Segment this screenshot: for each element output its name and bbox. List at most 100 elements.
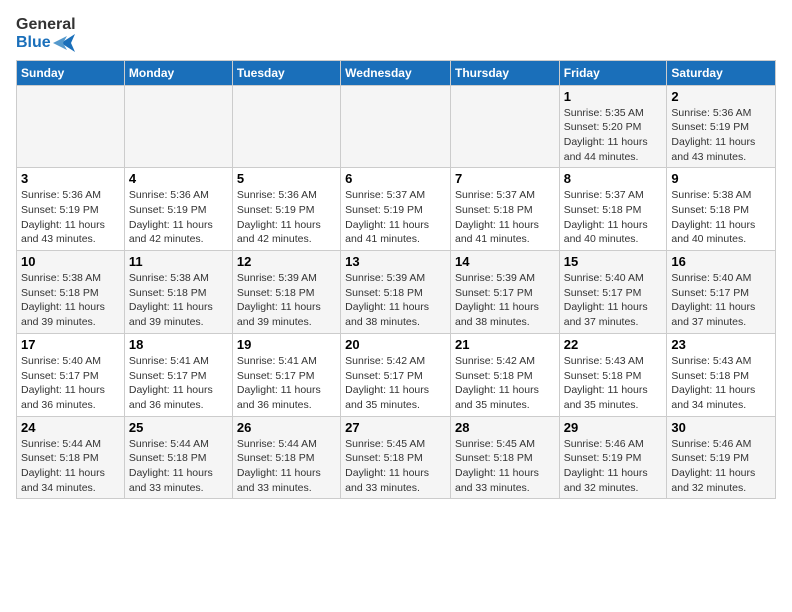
calendar-cell: 3 Sunrise: 5:36 AM Sunset: 5:19 PM Daylig… <box>17 168 125 251</box>
weekday-header-saturday: Saturday <box>667 60 776 85</box>
calendar-cell: 5 Sunrise: 5:36 AM Sunset: 5:19 PM Daylig… <box>232 168 340 251</box>
calendar-cell: 16 Sunrise: 5:40 AM Sunset: 5:17 PM Dayli… <box>667 251 776 334</box>
day-detail: Sunrise: 5:44 AM Sunset: 5:18 PM Dayligh… <box>129 437 228 496</box>
calendar-cell: 11 Sunrise: 5:38 AM Sunset: 5:18 PM Dayli… <box>124 251 232 334</box>
day-detail: Sunrise: 5:45 AM Sunset: 5:18 PM Dayligh… <box>345 437 446 496</box>
calendar-cell: 1Sunrise: 5:35 AM Sunset: 5:20 PM Daylig… <box>559 85 667 168</box>
day-detail: Sunrise: 5:44 AM Sunset: 5:18 PM Dayligh… <box>237 437 336 496</box>
day-number: 11 <box>129 254 228 269</box>
calendar-cell: 27 Sunrise: 5:45 AM Sunset: 5:18 PM Dayli… <box>341 416 451 499</box>
day-detail: Sunrise: 5:41 AM Sunset: 5:17 PM Dayligh… <box>129 354 228 413</box>
day-number: 29 <box>564 420 663 435</box>
calendar-cell <box>450 85 559 168</box>
day-detail: Sunrise: 5:39 AM Sunset: 5:17 PM Dayligh… <box>455 271 555 330</box>
day-number: 8 <box>564 171 663 186</box>
day-number: 27 <box>345 420 446 435</box>
day-detail: Sunrise: 5:42 AM Sunset: 5:17 PM Dayligh… <box>345 354 446 413</box>
day-detail: Sunrise: 5:36 AM Sunset: 5:19 PM Dayligh… <box>237 188 336 247</box>
calendar-cell <box>341 85 451 168</box>
calendar-week-3: 10 Sunrise: 5:38 AM Sunset: 5:18 PM Dayli… <box>17 251 776 334</box>
weekday-header-sunday: Sunday <box>17 60 125 85</box>
day-detail: Sunrise: 5:36 AM Sunset: 5:19 PM Dayligh… <box>671 106 771 165</box>
day-detail: Sunrise: 5:38 AM Sunset: 5:18 PM Dayligh… <box>671 188 771 247</box>
logo: General Blue <box>16 16 76 52</box>
day-detail: Sunrise: 5:43 AM Sunset: 5:18 PM Dayligh… <box>564 354 663 413</box>
day-number: 3 <box>21 171 120 186</box>
day-detail: Sunrise: 5:40 AM Sunset: 5:17 PM Dayligh… <box>21 354 120 413</box>
day-number: 9 <box>671 171 771 186</box>
calendar-cell: 10 Sunrise: 5:38 AM Sunset: 5:18 PM Dayli… <box>17 251 125 334</box>
day-number: 17 <box>21 337 120 352</box>
day-detail: Sunrise: 5:37 AM Sunset: 5:18 PM Dayligh… <box>564 188 663 247</box>
calendar-cell: 17 Sunrise: 5:40 AM Sunset: 5:17 PM Dayli… <box>17 333 125 416</box>
calendar-cell: 14 Sunrise: 5:39 AM Sunset: 5:17 PM Dayli… <box>450 251 559 334</box>
weekday-header-friday: Friday <box>559 60 667 85</box>
calendar-cell: 9 Sunrise: 5:38 AM Sunset: 5:18 PM Daylig… <box>667 168 776 251</box>
calendar-cell <box>232 85 340 168</box>
day-number: 2 <box>671 89 771 104</box>
day-detail: Sunrise: 5:44 AM Sunset: 5:18 PM Dayligh… <box>21 437 120 496</box>
day-detail: Sunrise: 5:42 AM Sunset: 5:18 PM Dayligh… <box>455 354 555 413</box>
calendar-cell: 19 Sunrise: 5:41 AM Sunset: 5:17 PM Dayli… <box>232 333 340 416</box>
day-number: 18 <box>129 337 228 352</box>
calendar-cell: 7 Sunrise: 5:37 AM Sunset: 5:18 PM Daylig… <box>450 168 559 251</box>
day-detail: Sunrise: 5:45 AM Sunset: 5:18 PM Dayligh… <box>455 437 555 496</box>
calendar-cell <box>17 85 125 168</box>
calendar-cell: 23Sunrise: 5:43 AM Sunset: 5:18 PM Dayli… <box>667 333 776 416</box>
day-detail: Sunrise: 5:38 AM Sunset: 5:18 PM Dayligh… <box>21 271 120 330</box>
day-number: 1 <box>564 89 663 104</box>
calendar-week-4: 17 Sunrise: 5:40 AM Sunset: 5:17 PM Dayli… <box>17 333 776 416</box>
calendar-cell: 24 Sunrise: 5:44 AM Sunset: 5:18 PM Dayli… <box>17 416 125 499</box>
day-number: 5 <box>237 171 336 186</box>
day-number: 28 <box>455 420 555 435</box>
day-number: 16 <box>671 254 771 269</box>
day-detail: Sunrise: 5:36 AM Sunset: 5:19 PM Dayligh… <box>21 188 120 247</box>
calendar-week-1: 1Sunrise: 5:35 AM Sunset: 5:20 PM Daylig… <box>17 85 776 168</box>
day-number: 19 <box>237 337 336 352</box>
calendar-cell: 25Sunrise: 5:44 AM Sunset: 5:18 PM Dayli… <box>124 416 232 499</box>
calendar-cell: 15Sunrise: 5:40 AM Sunset: 5:17 PM Dayli… <box>559 251 667 334</box>
calendar-cell: 4Sunrise: 5:36 AM Sunset: 5:19 PM Daylig… <box>124 168 232 251</box>
calendar-table: SundayMondayTuesdayWednesdayThursdayFrid… <box>16 60 776 500</box>
day-number: 21 <box>455 337 555 352</box>
day-detail: Sunrise: 5:46 AM Sunset: 5:19 PM Dayligh… <box>671 437 771 496</box>
calendar-cell: 21 Sunrise: 5:42 AM Sunset: 5:18 PM Dayli… <box>450 333 559 416</box>
day-number: 12 <box>237 254 336 269</box>
day-detail: Sunrise: 5:37 AM Sunset: 5:19 PM Dayligh… <box>345 188 446 247</box>
day-detail: Sunrise: 5:40 AM Sunset: 5:17 PM Dayligh… <box>671 271 771 330</box>
logo-blue: Blue <box>16 34 75 52</box>
day-number: 30 <box>671 420 771 435</box>
calendar-cell: 13Sunrise: 5:39 AM Sunset: 5:18 PM Dayli… <box>341 251 451 334</box>
day-detail: Sunrise: 5:41 AM Sunset: 5:17 PM Dayligh… <box>237 354 336 413</box>
calendar-cell: 12 Sunrise: 5:39 AM Sunset: 5:18 PM Dayli… <box>232 251 340 334</box>
day-number: 6 <box>345 171 446 186</box>
calendar-cell: 26Sunrise: 5:44 AM Sunset: 5:18 PM Dayli… <box>232 416 340 499</box>
calendar-cell: 20 Sunrise: 5:42 AM Sunset: 5:17 PM Dayli… <box>341 333 451 416</box>
day-number: 13 <box>345 254 446 269</box>
calendar-cell <box>124 85 232 168</box>
day-detail: Sunrise: 5:36 AM Sunset: 5:19 PM Dayligh… <box>129 188 228 247</box>
calendar-cell: 8 Sunrise: 5:37 AM Sunset: 5:18 PM Daylig… <box>559 168 667 251</box>
day-number: 24 <box>21 420 120 435</box>
calendar-cell: 30 Sunrise: 5:46 AM Sunset: 5:19 PM Dayli… <box>667 416 776 499</box>
logo-general: General <box>16 16 76 34</box>
day-detail: Sunrise: 5:37 AM Sunset: 5:18 PM Dayligh… <box>455 188 555 247</box>
day-number: 23 <box>671 337 771 352</box>
day-detail: Sunrise: 5:38 AM Sunset: 5:18 PM Dayligh… <box>129 271 228 330</box>
logo-bird-icon <box>53 34 75 52</box>
calendar-cell: 2 Sunrise: 5:36 AM Sunset: 5:19 PM Daylig… <box>667 85 776 168</box>
weekday-header-thursday: Thursday <box>450 60 559 85</box>
calendar-week-2: 3 Sunrise: 5:36 AM Sunset: 5:19 PM Daylig… <box>17 168 776 251</box>
day-number: 14 <box>455 254 555 269</box>
day-detail: Sunrise: 5:40 AM Sunset: 5:17 PM Dayligh… <box>564 271 663 330</box>
calendar-cell: 6 Sunrise: 5:37 AM Sunset: 5:19 PM Daylig… <box>341 168 451 251</box>
day-number: 10 <box>21 254 120 269</box>
weekday-header-tuesday: Tuesday <box>232 60 340 85</box>
day-detail: Sunrise: 5:46 AM Sunset: 5:19 PM Dayligh… <box>564 437 663 496</box>
day-number: 20 <box>345 337 446 352</box>
weekday-header-monday: Monday <box>124 60 232 85</box>
calendar-cell: 29 Sunrise: 5:46 AM Sunset: 5:19 PM Dayli… <box>559 416 667 499</box>
day-number: 7 <box>455 171 555 186</box>
day-number: 22 <box>564 337 663 352</box>
day-detail: Sunrise: 5:39 AM Sunset: 5:18 PM Dayligh… <box>237 271 336 330</box>
